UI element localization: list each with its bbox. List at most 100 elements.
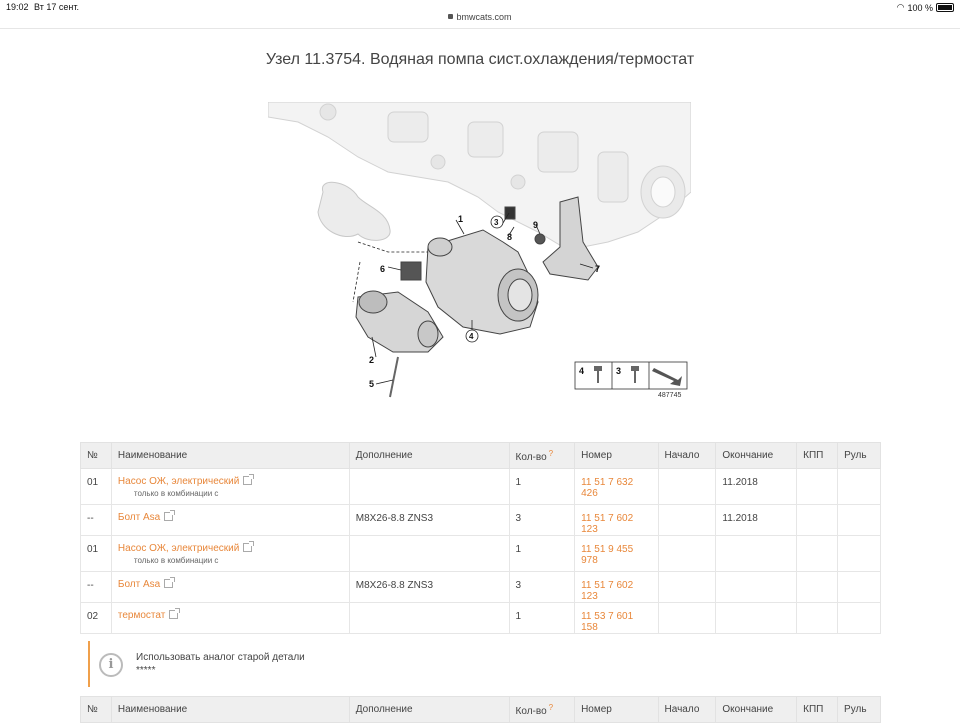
- row-gearbox: [796, 602, 839, 634]
- part-name-link[interactable]: термостат: [118, 610, 165, 621]
- col-start: Начало: [657, 696, 717, 723]
- part-name-link[interactable]: Болт Asa: [118, 512, 160, 523]
- part-number-link[interactable]: 11 53 7 601 158: [581, 611, 633, 633]
- row-end: [715, 571, 798, 603]
- callout-9[interactable]: 9: [533, 220, 538, 230]
- row-number: 11 51 7 602 123: [574, 571, 659, 603]
- page-title: Узел 11.3754. Водяная помпа сист.охлажде…: [265, 51, 695, 68]
- callout-7[interactable]: 7: [595, 264, 600, 274]
- row-no: --: [80, 504, 112, 536]
- row-end: [715, 535, 798, 572]
- part-name-link[interactable]: Насос ОЖ, электрический: [118, 543, 239, 554]
- row-qty: 3: [508, 504, 576, 536]
- col-no: №: [80, 442, 112, 469]
- callout-3-circle[interactable]: 3: [490, 215, 504, 229]
- row-end: [715, 602, 798, 634]
- row-steering: [837, 468, 881, 505]
- col-start: Начало: [657, 442, 717, 469]
- row-extra: [348, 468, 510, 505]
- part-number-link[interactable]: 11 51 9 455 978: [581, 544, 633, 566]
- part-note: только в комбинации с: [133, 556, 219, 565]
- url-text: bmwcats.com: [456, 12, 512, 22]
- table-header-row: № Наименование Дополнение Кол-во? Номер …: [80, 696, 881, 723]
- part-name-link[interactable]: Болт Asa: [118, 579, 160, 590]
- row-number: 11 51 9 455 978: [574, 535, 659, 572]
- col-number: Номер: [574, 442, 659, 469]
- external-link-icon[interactable]: [169, 608, 181, 619]
- divider: [0, 28, 960, 29]
- col-name: Наименование: [110, 442, 350, 469]
- part-number-link[interactable]: 11 51 7 632 426: [581, 477, 633, 499]
- col-number: Номер: [574, 696, 659, 723]
- row-name-cell: Болт Asa: [110, 504, 350, 536]
- row-qty: 1: [508, 602, 576, 634]
- notice-stars: *****: [136, 665, 156, 676]
- callout-1[interactable]: 1: [458, 214, 463, 224]
- callout-2[interactable]: 2: [369, 355, 374, 365]
- col-steering: Руль: [837, 696, 881, 723]
- hose-drawing: [317, 181, 391, 241]
- row-qty: 1: [508, 535, 576, 572]
- external-link-icon[interactable]: [164, 577, 176, 588]
- col-extra: Дополнение: [348, 696, 510, 723]
- part-name-link[interactable]: Насос ОЖ, электрический: [118, 476, 239, 487]
- row-steering: [837, 571, 881, 603]
- row-number: 11 51 7 632 426: [574, 468, 659, 505]
- part-note: только в комбинации с: [133, 489, 219, 498]
- table-row: -- Болт Asa M8X26-8.8 ZNS3 3 11 51 7 602…: [80, 571, 881, 603]
- row-extra: [348, 602, 510, 634]
- analog-notice: i Использовать аналог старой детали ****…: [88, 641, 880, 687]
- row-start: [657, 468, 717, 505]
- row-gearbox: [796, 504, 839, 536]
- callout-3: 3: [494, 218, 499, 227]
- row-gearbox: [796, 535, 839, 572]
- row-steering: [837, 535, 881, 572]
- row-no: 02: [80, 602, 112, 634]
- col-end: Окончание: [715, 696, 798, 723]
- parts-table: № Наименование Дополнение Кол-во? Номер …: [80, 442, 881, 634]
- callout-6[interactable]: 6: [380, 264, 385, 274]
- table-header-row: № Наименование Дополнение Кол-во? Номер …: [80, 442, 881, 469]
- row-steering: [837, 504, 881, 536]
- table-row: 02 термостат 1 11 53 7 601 158: [80, 602, 881, 634]
- info-icon: i: [99, 653, 123, 677]
- row-number: 11 53 7 601 158: [574, 602, 659, 634]
- row-start: [657, 571, 717, 603]
- row-steering: [837, 602, 881, 634]
- callout-4: 4: [469, 332, 474, 341]
- legend-3: 3: [616, 366, 621, 376]
- external-link-icon[interactable]: [164, 510, 176, 521]
- diagram-image-id: 487745: [658, 392, 681, 399]
- status-date: Вт 17 сент.: [34, 2, 79, 12]
- row-no: 01: [80, 468, 112, 505]
- row-name-cell: термостат: [110, 602, 350, 634]
- external-link-icon[interactable]: [243, 474, 255, 485]
- row-extra: M8X26-8.8 ZNS3: [348, 571, 510, 603]
- parts-diagram[interactable]: 1 2 5 6 7 8 9 3 4 4 3 487745: [268, 102, 691, 400]
- qty-help-icon[interactable]: ?: [549, 703, 553, 712]
- col-gearbox: КПП: [796, 442, 839, 469]
- row-start: [657, 504, 717, 536]
- row-start: [657, 602, 717, 634]
- battery-icon: [936, 3, 954, 12]
- callout-8[interactable]: 8: [507, 232, 512, 242]
- parts-table-2: № Наименование Дополнение Кол-во? Номер …: [80, 696, 881, 723]
- col-steering: Руль: [837, 442, 881, 469]
- row-extra: [348, 535, 510, 572]
- address-bar[interactable]: bmwcats.com: [0, 12, 960, 28]
- col-qty: Кол-во?: [508, 442, 576, 469]
- col-qty: Кол-во?: [508, 696, 576, 723]
- lock-icon: [448, 14, 454, 19]
- col-name: Наименование: [110, 696, 350, 723]
- battery-percent: 100 %: [907, 2, 933, 13]
- part-number-link[interactable]: 11 51 7 602 123: [581, 513, 633, 535]
- fastener-legend: 4 3: [574, 361, 688, 390]
- callout-4-circle[interactable]: 4: [465, 329, 479, 343]
- external-link-icon[interactable]: [243, 541, 255, 552]
- qty-help-icon[interactable]: ?: [549, 449, 553, 458]
- row-number: 11 51 7 602 123: [574, 504, 659, 536]
- callout-5[interactable]: 5: [369, 379, 374, 389]
- part-number-link[interactable]: 11 51 7 602 123: [581, 580, 633, 602]
- row-gearbox: [796, 468, 839, 505]
- col-end: Окончание: [715, 442, 798, 469]
